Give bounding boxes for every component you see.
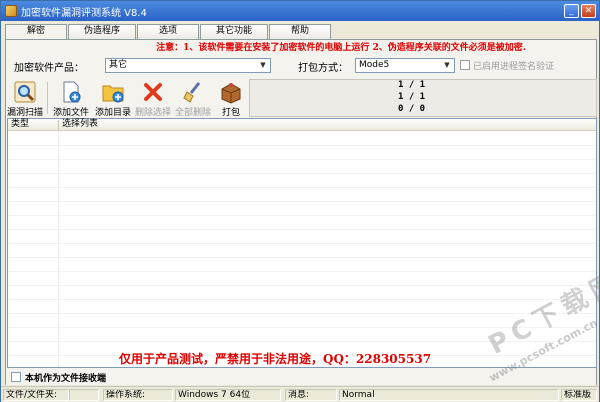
add-file-label: 添加文件 xyxy=(52,108,89,118)
row-gridline xyxy=(8,243,596,244)
status-edition: 标准版 xyxy=(561,389,597,401)
app-icon xyxy=(5,5,17,17)
row-gridline xyxy=(8,201,596,202)
pack-label: 打包方式： xyxy=(298,63,348,74)
column-header-selection[interactable]: 选择列表 xyxy=(59,119,596,131)
minimize-button[interactable]: _ xyxy=(564,4,579,18)
status-os-value: Windows 7 64位 xyxy=(175,389,281,401)
progress-counts: 1 / 1 1 / 1 0 / 0 xyxy=(249,79,597,117)
product-label: 加密软件产品： xyxy=(14,63,84,74)
tab-other-functions[interactable]: 其它功能 xyxy=(200,24,268,39)
delete-all-button[interactable]: 全部删除 xyxy=(173,79,213,118)
tab-help[interactable]: 帮助 xyxy=(269,24,331,39)
column-header-type[interactable]: 类型 xyxy=(8,119,58,131)
delete-selected-label: 删除选择 xyxy=(134,108,171,118)
tab-decrypt[interactable]: 解密 xyxy=(5,24,67,40)
row-gridline xyxy=(8,173,596,174)
title-bar[interactable]: 加密软件漏洞评测系统 V8.4 _ ✕ xyxy=(1,1,599,21)
package-icon xyxy=(219,80,243,104)
status-msg-label: 消息: xyxy=(285,389,337,401)
count-line: 1 / 1 xyxy=(398,92,426,102)
row-gridline xyxy=(8,257,596,258)
chevron-down-icon: ▼ xyxy=(260,61,266,69)
package-label: 打包 xyxy=(221,108,240,118)
pack-select[interactable]: Mode5 ▼ xyxy=(355,58,455,73)
delete-icon xyxy=(141,80,165,104)
add-file-icon xyxy=(59,80,83,104)
row-gridline xyxy=(8,159,596,160)
status-file-label: 文件/文件夹: xyxy=(3,389,69,401)
row-gridline xyxy=(8,299,596,300)
add-file-button[interactable]: 添加文件 xyxy=(51,79,91,118)
status-msg-value: Normal xyxy=(339,389,559,401)
pack-select-value: Mode5 xyxy=(359,60,390,70)
window-title: 加密软件漏洞评测系统 V8.4 xyxy=(21,7,147,19)
toolbar: 漏洞扫描 添加文件 添加目录 删除选择 全部删除 打包 xyxy=(5,79,249,118)
warning-text: 仅用于产品测试，严禁用于非法用途，QQ：228305537 xyxy=(119,352,432,366)
row-gridline xyxy=(8,187,596,188)
notice-text: 注意：1、该软件需要在安装了加密软件的电脑上运行 2、伪造程序关联的文件必须是被… xyxy=(156,43,526,53)
status-bar: 文件/文件夹: 操作系统: Windows 7 64位 消息: Normal 标… xyxy=(1,386,599,402)
count-line: 1 / 1 xyxy=(398,80,426,90)
product-select[interactable]: 其它 ▼ xyxy=(105,58,271,73)
chevron-down-icon: ▼ xyxy=(444,61,450,69)
row-gridline xyxy=(8,229,596,230)
receiver-label: 本机作为文件接收端 xyxy=(25,374,107,384)
status-file-value xyxy=(69,389,99,401)
scan-label: 漏洞扫描 xyxy=(6,108,43,118)
add-folder-button[interactable]: 添加目录 xyxy=(93,79,133,118)
magnifier-icon xyxy=(13,80,37,104)
add-folder-label: 添加目录 xyxy=(94,108,131,118)
product-select-value: 其它 xyxy=(109,60,128,70)
row-gridline xyxy=(8,145,596,146)
broom-icon xyxy=(181,80,205,104)
sign-verify-checkbox[interactable] xyxy=(460,60,470,70)
count-line: 0 / 0 xyxy=(398,104,426,114)
scan-button[interactable]: 漏洞扫描 xyxy=(5,79,45,118)
status-os-label: 操作系统: xyxy=(103,389,173,401)
delete-all-label: 全部删除 xyxy=(174,108,211,118)
delete-selected-button[interactable]: 删除选择 xyxy=(133,79,173,118)
main-window: 加密软件漏洞评测系统 V8.4 _ ✕ 解密 伪造程序 选项 其它功能 帮助 注… xyxy=(0,0,600,402)
row-gridline xyxy=(8,215,596,216)
sign-verify-label: 已启用进程签名验证 xyxy=(473,62,555,72)
toolbar-separator xyxy=(47,82,48,114)
list-header: 类型 选择列表 xyxy=(8,119,596,131)
add-folder-icon xyxy=(101,80,125,104)
tab-fake-program[interactable]: 伪造程序 xyxy=(68,24,136,39)
receiver-checkbox[interactable] xyxy=(11,372,21,382)
row-gridline xyxy=(8,285,596,286)
tab-bar: 解密 伪造程序 选项 其它功能 帮助 xyxy=(5,24,332,40)
close-button[interactable]: ✕ xyxy=(581,4,596,18)
row-gridline xyxy=(8,271,596,272)
column-gridline xyxy=(58,131,59,367)
tab-options[interactable]: 选项 xyxy=(137,24,199,39)
package-button[interactable]: 打包 xyxy=(213,79,249,118)
